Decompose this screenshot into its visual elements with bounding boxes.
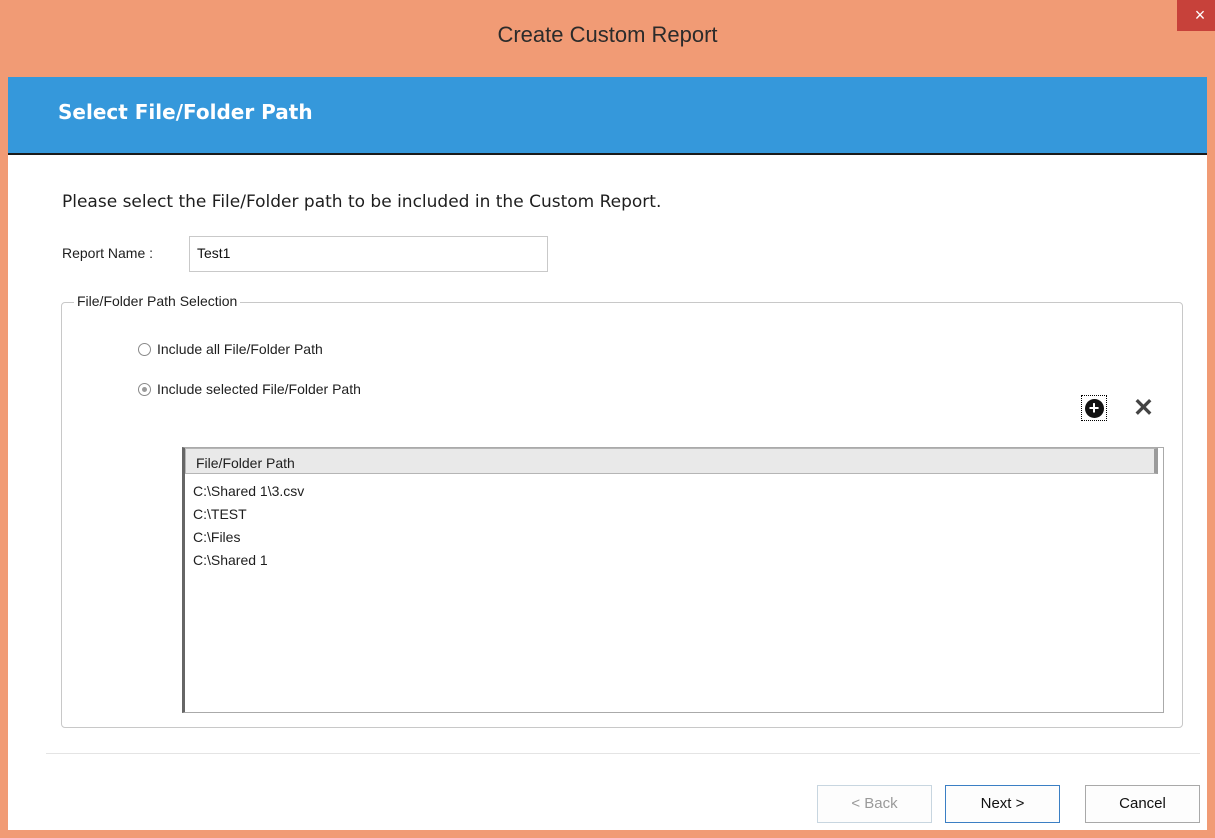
add-path-icon[interactable]: +: [1081, 395, 1107, 421]
report-name-input[interactable]: [189, 236, 548, 272]
path-selection-legend: File/Folder Path Selection: [74, 293, 241, 309]
list-item[interactable]: C:\TEST: [193, 503, 304, 526]
path-list[interactable]: File/Folder Path C:\Shared 1\3.csv C:\TE…: [182, 447, 1164, 713]
back-button[interactable]: < Back: [817, 785, 932, 823]
list-item[interactable]: C:\Shared 1: [193, 549, 304, 572]
instructions-text: Please select the File/Folder path to be…: [62, 192, 662, 212]
list-item[interactable]: C:\Shared 1\3.csv: [193, 480, 304, 503]
cancel-button[interactable]: Cancel: [1085, 785, 1200, 823]
path-list-header[interactable]: File/Folder Path: [185, 448, 1158, 474]
report-name-label: Report Name :: [62, 245, 154, 261]
remove-path-icon[interactable]: ✕: [1133, 393, 1154, 423]
path-list-rows: C:\Shared 1\3.csv C:\TEST C:\Files C:\Sh…: [193, 480, 304, 572]
window-title: Create Custom Report: [497, 22, 718, 47]
path-column-header: File/Folder Path: [196, 455, 295, 471]
list-item[interactable]: C:\Files: [193, 526, 304, 549]
step-title: Select File/Folder Path: [58, 100, 313, 124]
title-bar[interactable]: Create Custom Report ×: [0, 0, 1215, 77]
include-selected-radio[interactable]: [138, 382, 151, 396]
step-banner: Select File/Folder Path: [8, 77, 1207, 155]
create-custom-report-window: Create Custom Report × Select File/Folde…: [0, 0, 1215, 838]
include-selected-option[interactable]: Include selected File/Folder Path: [138, 381, 361, 397]
next-button[interactable]: Next >: [945, 785, 1060, 823]
include-all-label: Include all File/Folder Path: [157, 341, 323, 357]
include-all-radio[interactable]: [138, 342, 151, 356]
include-selected-label: Include selected File/Folder Path: [157, 381, 361, 397]
close-button[interactable]: ×: [1177, 0, 1215, 31]
include-all-option[interactable]: Include all File/Folder Path: [138, 341, 323, 357]
footer-divider: [46, 753, 1200, 754]
plus-circle-icon: +: [1084, 398, 1104, 418]
